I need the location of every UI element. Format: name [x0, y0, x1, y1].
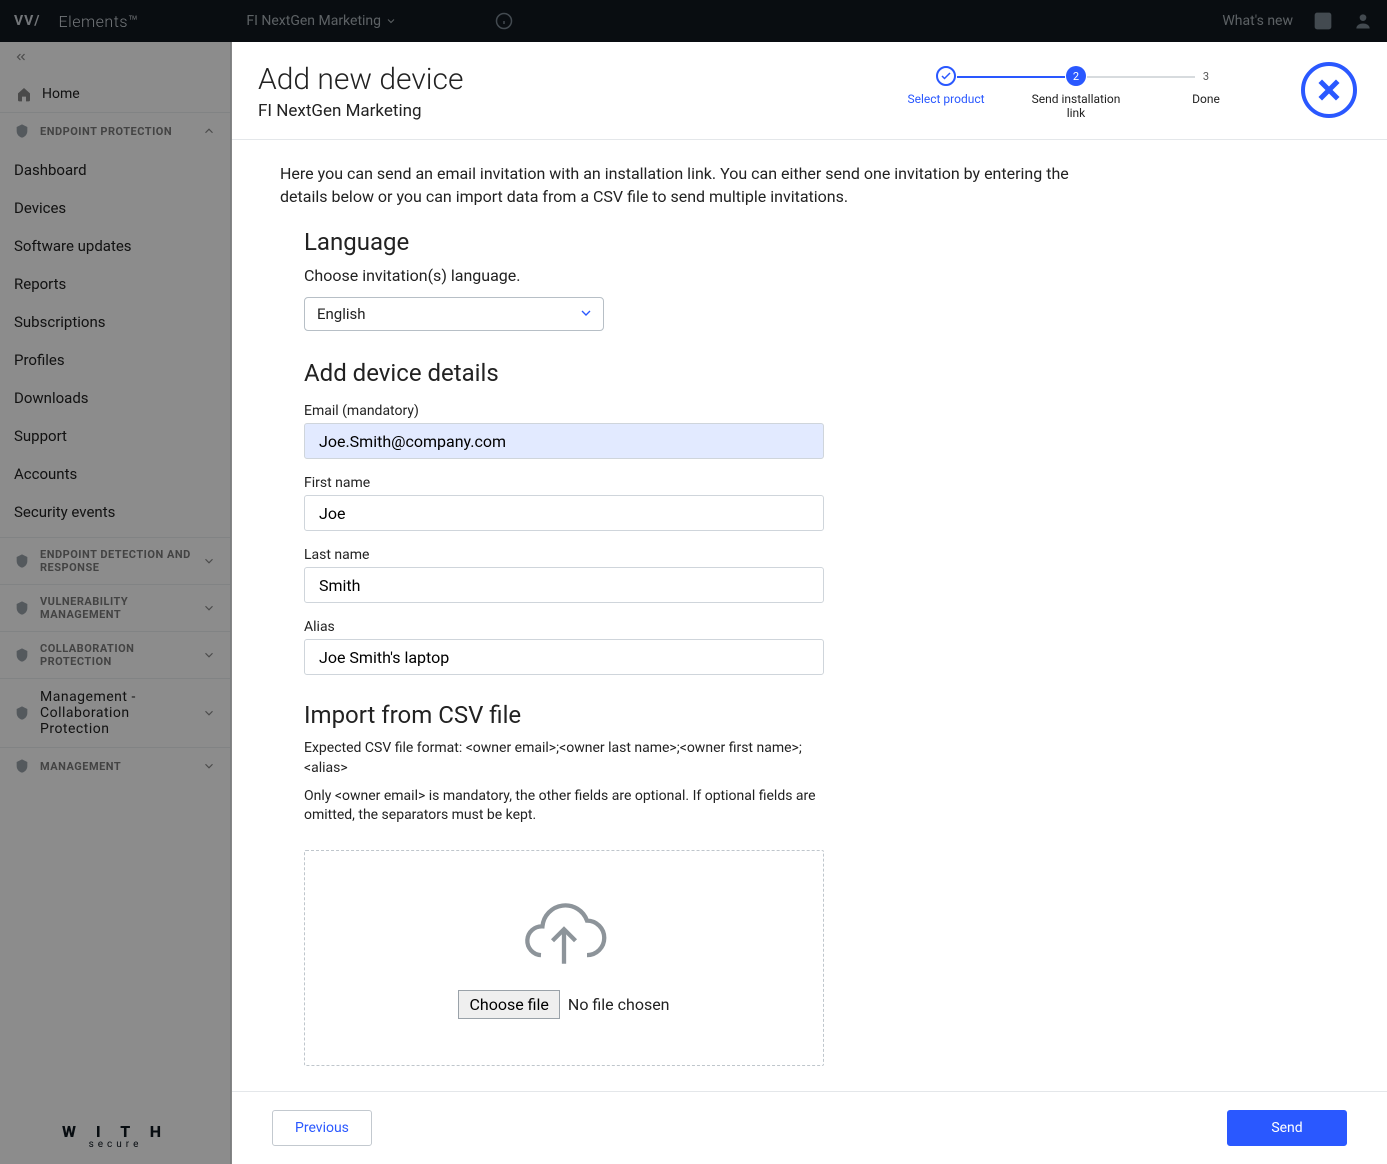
- step-2-label: Send installation link: [1021, 92, 1131, 120]
- choose-file-button[interactable]: Choose file: [458, 990, 559, 1019]
- language-select[interactable]: English: [304, 297, 604, 331]
- firstname-input[interactable]: [304, 495, 824, 531]
- language-heading: Language: [304, 228, 824, 256]
- step-3: 3 Done: [1141, 66, 1271, 106]
- details-heading: Add device details: [304, 359, 824, 387]
- modal-subtitle: FI NextGen Marketing: [258, 101, 464, 121]
- csv-format-text: Expected CSV file format: <owner email>;…: [304, 739, 824, 778]
- upload-cloud-icon: [518, 896, 610, 974]
- no-file-label: No file chosen: [568, 995, 670, 1014]
- add-device-modal: Add new device FI NextGen Marketing Sele…: [232, 42, 1387, 1164]
- csv-rules-text: Only <owner email> is mandatory, the oth…: [304, 787, 824, 826]
- modal-body: Here you can send an email invitation wi…: [232, 140, 1387, 1091]
- modal-title: Add new device: [258, 62, 464, 97]
- language-helper: Choose invitation(s) language.: [304, 266, 824, 285]
- step-1[interactable]: Select product: [881, 66, 1011, 106]
- alias-input[interactable]: [304, 639, 824, 675]
- previous-button[interactable]: Previous: [272, 1110, 372, 1146]
- modal-header: Add new device FI NextGen Marketing Sele…: [232, 42, 1387, 140]
- lastname-label: Last name: [304, 547, 824, 563]
- send-button[interactable]: Send: [1227, 1110, 1347, 1146]
- step-3-label: Done: [1192, 92, 1220, 106]
- step-2-num: 2: [1066, 66, 1086, 86]
- intro-text: Here you can send an email invitation wi…: [280, 162, 1100, 208]
- lastname-input[interactable]: [304, 567, 824, 603]
- firstname-label: First name: [304, 475, 824, 491]
- csv-heading: Import from CSV file: [304, 701, 824, 729]
- email-input[interactable]: [304, 423, 824, 459]
- csv-dropzone[interactable]: Choose file No file chosen: [304, 850, 824, 1066]
- email-label: Email (mandatory): [304, 403, 824, 419]
- alias-label: Alias: [304, 619, 824, 635]
- wizard-stepper: Select product 2 Send installation link …: [881, 62, 1271, 120]
- step-3-num: 3: [1196, 66, 1216, 86]
- step-1-label: Select product: [907, 92, 984, 106]
- check-icon: [940, 70, 952, 82]
- close-button[interactable]: [1301, 62, 1357, 118]
- close-icon: [1314, 75, 1344, 105]
- step-2[interactable]: 2 Send installation link: [1011, 66, 1141, 120]
- modal-footer: Previous Send: [232, 1091, 1387, 1164]
